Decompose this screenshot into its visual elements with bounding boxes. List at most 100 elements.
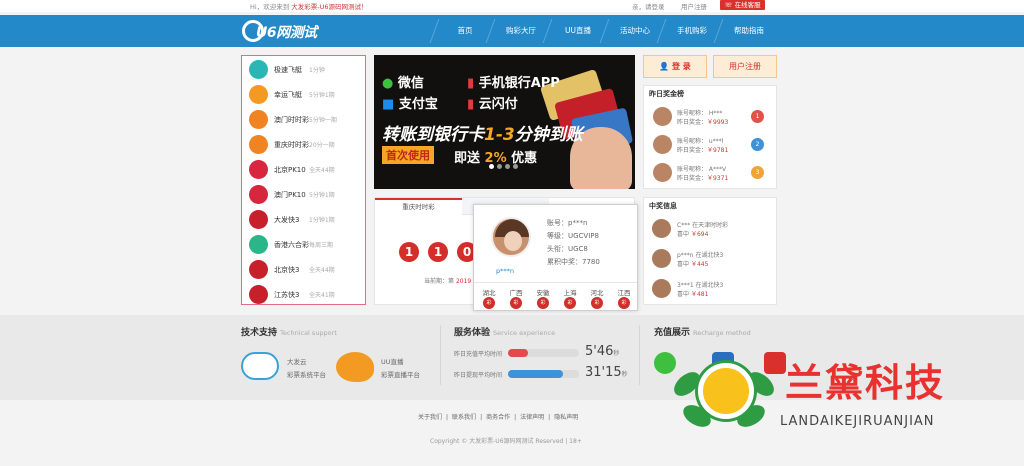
news-row[interactable]: p***n 在湖北快3 喜中 ￥445 <box>644 247 776 272</box>
nav-item[interactable]: 手机购彩 <box>663 15 721 47</box>
headline-part: 转账到银行卡 <box>382 125 484 145</box>
lottery-name: 香港六合彩 <box>274 241 309 249</box>
k3-icon <box>249 260 268 279</box>
footer-link[interactable]: 法律声明 <box>520 414 544 421</box>
lottery-name: 极速飞艇 <box>274 66 302 74</box>
rank-badge: 3 <box>751 166 764 179</box>
site-name: 大发彩票-U6源码网测试！ <box>291 3 368 11</box>
lottery-list: 极速飞艇 1分钟 幸运飞艇 5分钟1期 澳门时时彩 5分钟一期 重庆时时彩 20分一期 北京PK… <box>241 55 366 305</box>
lottery-item[interactable]: 澳门时时彩 5分钟一期 <box>242 107 365 132</box>
rank-badge: 2 <box>751 138 764 151</box>
promo-banner[interactable]: ● 微信 ■ 支付宝 ▮ 手机银行APP ▮ 云闪付 转账到银行卡1-3分钟到账… <box>374 55 635 189</box>
carousel-dot[interactable] <box>513 164 518 169</box>
lottery-item[interactable]: 澳门PK10 5分钟1期 <box>242 182 365 207</box>
winner-amount: ￥9993 <box>707 119 729 126</box>
user-icon: 👤 <box>659 62 670 71</box>
online-service-button[interactable]: ☏ 在线客服 <box>720 0 765 10</box>
withdraw-time-number: 31'15 <box>585 365 622 380</box>
lottery-item[interactable]: 北京PK10 全天44期 <box>242 157 365 182</box>
footer-link[interactable]: 商务合作 <box>486 414 510 421</box>
banner-bank-app: ▮ 手机银行APP <box>467 72 560 91</box>
support-heading-label: 技术支持 <box>241 328 278 338</box>
result-ball: 1 <box>428 242 448 262</box>
banner-alipay-label: 支付宝 <box>398 97 438 112</box>
headset-icon: ☏ <box>724 1 733 9</box>
news-amount-line: 喜中 ￥481 <box>677 289 708 298</box>
lottery-item[interactable]: 重庆时时彩 20分一期 <box>242 132 365 157</box>
recharge-time-number: 5'46 <box>585 344 614 359</box>
popup-level: 等级：UGCVIP8 <box>547 232 599 240</box>
winner-row[interactable]: 账号昵称： A***V 昨日奖金：￥9371 3 <box>644 161 776 186</box>
lottery-item[interactable]: 香港六合彩 每周三期 <box>242 232 365 257</box>
lottery-name: 大发快3 <box>274 216 300 224</box>
speedboat-icon <box>249 60 268 79</box>
winner-amount-line: 昨日奖金：￥9371 <box>677 173 728 182</box>
nav-item[interactable]: UU直播 <box>549 15 607 47</box>
winner-nick: 账号昵称： H*** <box>677 110 723 117</box>
banner-headline: 转账到银行卡1-3分钟到账 <box>382 120 583 145</box>
news-amount-line: 喜中 ￥694 <box>677 229 708 238</box>
popup-account: 账号：p***n <box>547 219 588 227</box>
province-label: 湖北 <box>482 289 496 297</box>
watermark-logo <box>669 345 779 433</box>
cloud-icon <box>241 352 279 380</box>
lottery-item[interactable]: 北京快3 全天44期 <box>242 257 365 282</box>
pk10-icon <box>249 160 268 179</box>
winners-heading: 昨日奖金榜 <box>649 90 684 98</box>
recharge-time-value: 5'46秒 <box>585 344 619 359</box>
lottery-item[interactable]: 极速飞艇 1分钟 <box>242 57 365 82</box>
nav-item[interactable]: 购彩大厅 <box>492 15 550 47</box>
login-button[interactable]: 👤 登 录 <box>643 55 707 78</box>
winner-row[interactable]: 账号昵称： H*** 昨日奖金：￥9993 1 <box>644 105 776 130</box>
news-row[interactable]: C*** 在天津时时彩 喜中 ￥694 <box>644 217 776 242</box>
popup-username[interactable]: p***n <box>496 267 514 275</box>
nav-item[interactable]: 活动中心 <box>606 15 664 47</box>
boat-icon <box>249 85 268 104</box>
province-ball: 彩 <box>618 297 630 309</box>
lottery-name: 重庆时时彩 <box>274 141 309 149</box>
footer-link[interactable]: 联系我们 <box>452 414 476 421</box>
news-amount-line: 喜中 ￥445 <box>677 259 708 268</box>
support-item1-sub: 彩票系统平台 <box>287 371 326 379</box>
nav-item[interactable]: 帮助指南 <box>720 15 778 47</box>
copyright: Copyright © 大发彩票-U6源码网测试 Reserved | 18+ <box>430 438 582 445</box>
winner-amount-label: 昨日奖金： <box>677 119 708 126</box>
province-ball: 彩 <box>564 297 576 309</box>
footer-separator: | <box>548 414 551 421</box>
news-heading: 中奖信息 <box>649 202 677 210</box>
footer-link[interactable]: 隐私声明 <box>554 414 578 421</box>
site-logo[interactable]: U6网测试 <box>242 19 332 43</box>
banner-bank-app-label: 手机银行APP <box>478 76 560 91</box>
carousel-dot[interactable] <box>489 164 494 169</box>
lottery-name: 北京PK10 <box>274 166 306 174</box>
register-link[interactable]: 用户注册 <box>681 1 707 11</box>
footer-separator: | <box>514 414 517 421</box>
footer-link[interactable]: 关于我们 <box>418 414 442 421</box>
province-ball: 彩 <box>537 297 549 309</box>
carousel-dot[interactable] <box>497 164 502 169</box>
login-link[interactable]: 亲，请登录 <box>632 1 665 11</box>
lottery-desc: 全天41期 <box>309 292 335 299</box>
headline-highlight: 1-3 <box>484 125 515 145</box>
tab-cqssc[interactable]: 重庆时时彩 <box>375 198 462 215</box>
register-button[interactable]: 用户注册 <box>713 55 777 78</box>
lottery-item[interactable]: 大发快3 1分钟1期 <box>242 207 365 232</box>
winner-row[interactable]: 账号昵称： u***l 昨日奖金：￥9781 2 <box>644 133 776 158</box>
divider <box>639 325 640 385</box>
recharge-heading-en: Recharge method <box>693 329 751 337</box>
news-row[interactable]: 3***1 在湖北快3 喜中 ￥481 <box>644 277 776 302</box>
divider <box>440 325 441 385</box>
lottery-item[interactable]: 江苏快3 全天41期 <box>242 282 365 307</box>
lottery-item[interactable]: 幸运飞艇 5分钟1期 <box>242 82 365 107</box>
rank-badge: 1 <box>751 110 764 123</box>
footer-links: 关于我们 | 联系我们 | 商务合作 | 法律声明 | 隐私声明 <box>418 412 582 421</box>
winner-amount-label: 昨日奖金： <box>677 147 708 154</box>
withdraw-time-bar <box>508 370 579 378</box>
carousel-dot[interactable] <box>505 164 510 169</box>
province-label: 安徽 <box>536 289 550 297</box>
lottery-desc: 5分钟一期 <box>309 117 337 124</box>
logo-text: U6网测试 <box>256 25 317 41</box>
watermark-subtitle: LANDAIKEJIRUANJIAN <box>780 414 935 429</box>
support-heading: 技术支持 Technical support <box>241 325 337 338</box>
province-ball: 彩 <box>510 297 522 309</box>
